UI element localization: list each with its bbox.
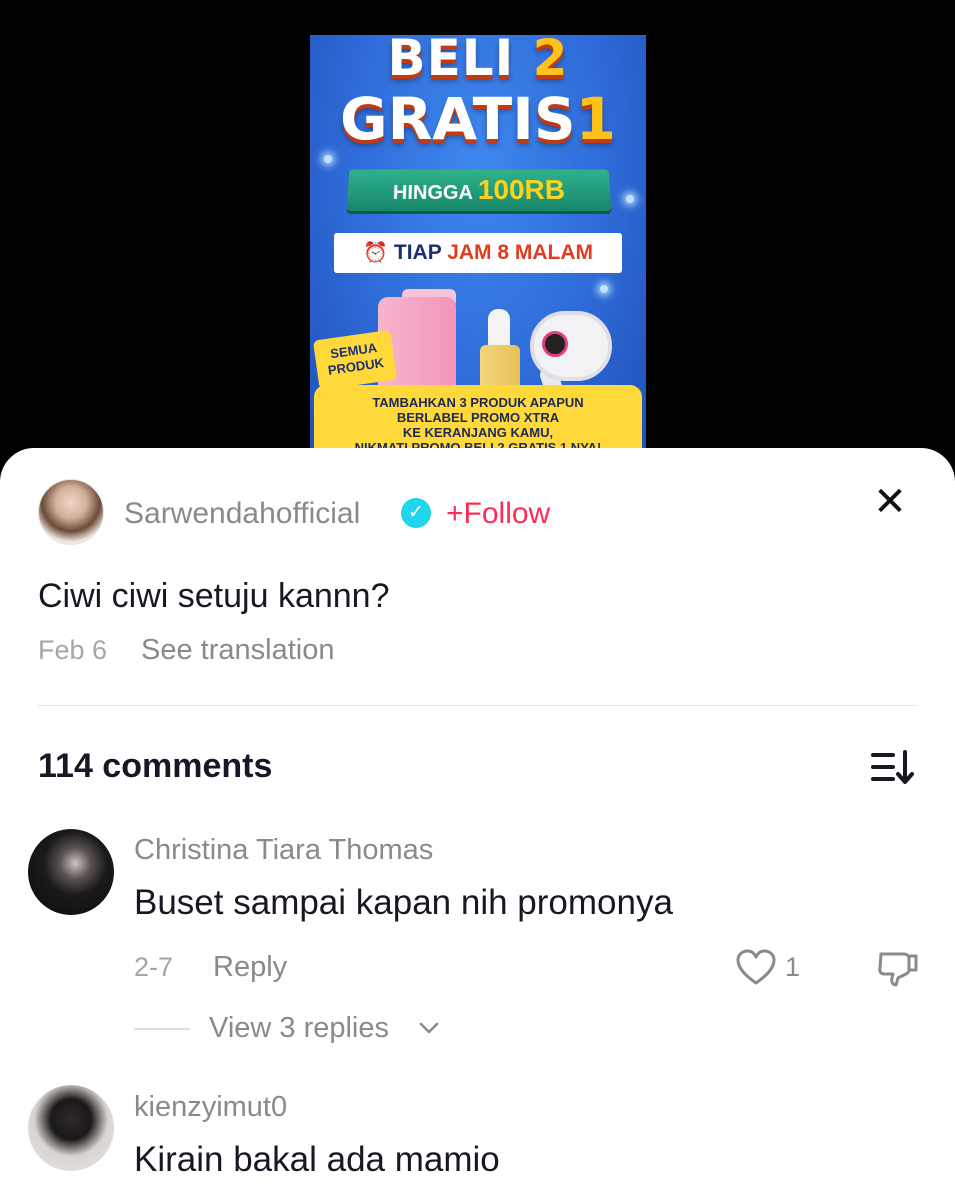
product-serum-cap — [488, 309, 510, 349]
promo-hingga-banner: HINGGA 100RB — [347, 169, 612, 211]
verified-badge-icon: ✓ — [401, 498, 431, 528]
author-username[interactable]: Sarwendahofficial — [124, 496, 360, 532]
comment-text: Buset sampai kapan nih promonya — [134, 883, 673, 923]
promo-desc-line: KE KERANJANG KAMU, — [314, 425, 642, 440]
comments-count: 114 comments — [38, 746, 272, 786]
post-date: Feb 6 — [38, 634, 107, 666]
commenter-name[interactable]: Christina Tiara Thomas — [134, 833, 433, 867]
close-icon[interactable]: ✕ — [868, 480, 912, 524]
comment-date: 2-7 — [134, 951, 173, 983]
sparkle-icon — [324, 155, 332, 163]
like-count: 1 — [785, 951, 800, 983]
follow-label: Follow — [464, 497, 551, 530]
comment-text: Kirain bakal ada mamio — [134, 1140, 500, 1180]
commenter-avatar[interactable] — [28, 829, 114, 915]
commenter-avatar[interactable] — [28, 1085, 114, 1171]
post-caption: Ciwi ciwi setuju kannn? — [38, 576, 390, 616]
promo-desc-line: TAMBAHKAN 3 PRODUK APAPUN — [314, 395, 642, 410]
replies-connector-line — [134, 1028, 190, 1030]
plus-icon: + — [446, 497, 464, 530]
product-hair-dryer-screen — [542, 331, 568, 357]
divider — [38, 705, 917, 706]
promo-desc-line: BERLABEL PROMO XTRA — [314, 410, 642, 425]
promo-time-banner: ⏰ TIAP JAM 8 MALAM — [334, 233, 622, 273]
follow-button[interactable]: +Follow — [446, 496, 550, 532]
view-replies-button[interactable]: View 3 replies — [209, 1011, 389, 1045]
commenter-name[interactable]: kienzyimut0 — [134, 1090, 287, 1124]
sort-icon[interactable] — [870, 748, 916, 786]
promo-poster: BELI 2 GRATIS1 HINGGA 100RB ⏰ TIAP JAM 8 … — [310, 35, 646, 465]
thumbs-down-icon[interactable] — [876, 948, 920, 988]
comments-sheet: Sarwendahofficial ✓ +Follow ✕ Ciwi ciwi … — [0, 448, 955, 1200]
alarm-clock-icon: ⏰ — [363, 242, 388, 264]
promo-gratis-headline: GRATIS1 — [310, 85, 646, 153]
reply-button[interactable]: Reply — [213, 951, 287, 983]
sparkle-icon — [626, 195, 634, 203]
chevron-down-icon[interactable] — [418, 1021, 440, 1035]
heart-icon[interactable] — [735, 949, 777, 987]
author-avatar[interactable] — [38, 479, 104, 545]
promo-beli-headline: BELI 2 — [310, 35, 646, 87]
see-translation-link[interactable]: See translation — [141, 634, 334, 666]
video-player[interactable]: BELI 2 GRATIS1 HINGGA 100RB ⏰ TIAP JAM 8 … — [0, 0, 955, 470]
sparkle-icon — [600, 285, 608, 293]
